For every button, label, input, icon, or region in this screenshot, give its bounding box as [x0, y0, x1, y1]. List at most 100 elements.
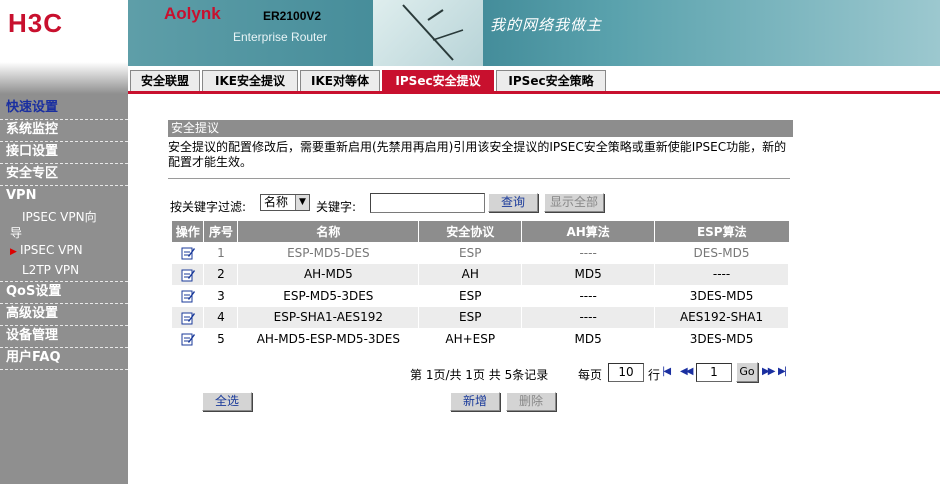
page-summary: 第 1页/共 1页 共 5条记录 [410, 368, 549, 382]
cell-esp: 3DES-MD5 [654, 328, 789, 350]
table-row: 5 AH-MD5-ESP-MD5-3DES AH+ESP MD5 3DES-MD… [172, 328, 789, 350]
section-title: 安全提议 [168, 120, 793, 137]
select-all-button[interactable]: 全选 [202, 392, 252, 411]
filter-label: 按关键字过滤: [170, 200, 247, 214]
edit-icon[interactable] [181, 246, 195, 260]
tab-underline [128, 91, 940, 94]
edit-icon[interactable] [181, 332, 195, 346]
table-row: 1 ESP-MD5-DES ESP ---- DES-MD5 [172, 242, 789, 264]
chevron-down-icon: ▼ [295, 195, 309, 210]
tab-bar: 安全联盟 IKE安全提议 IKE对等体 IPSec安全提议 IPSec安全策略 [128, 66, 940, 94]
sidebar-item-quick-setup[interactable]: 快速设置 [0, 98, 128, 120]
edit-cell [172, 242, 205, 264]
cell-esp: AES192-SHA1 [654, 306, 789, 328]
edit-cell [172, 306, 205, 328]
sidebar-item-interface[interactable]: 接口设置 [0, 142, 128, 164]
sidebar-item-security[interactable]: 安全专区 [0, 164, 128, 186]
satellite-graphic [402, 4, 464, 61]
cell-protocol: AH [418, 263, 523, 285]
col-header-action: 操作 [172, 221, 205, 242]
pagination: 第 1页/共 1页 共 5条记录 每页 10 行 |◀ ◀◀ 1 Go ▶▶ ▶… [410, 362, 800, 384]
section-description: 安全提议的配置修改后，需要重新启用(先禁用再启用)引用该安全提议的IPSEC安全… [168, 140, 787, 169]
cell-index: 2 [203, 263, 239, 285]
cell-protocol: AH+ESP [418, 328, 523, 350]
cell-esp: ---- [654, 263, 789, 285]
sidebar-item-qos[interactable]: QoS设置 [0, 282, 128, 304]
cell-protocol: ESP [418, 306, 523, 328]
edit-cell [172, 263, 205, 285]
cell-name: AH-MD5 [237, 263, 420, 285]
next-page-icon[interactable]: ▶▶ [762, 366, 775, 377]
sidebar-subitem-ipsec-vpn[interactable]: ▶ IPSEC VPN [0, 241, 128, 261]
edit-icon[interactable] [181, 289, 195, 303]
logo-fade [0, 62, 128, 94]
tab-ike-peer[interactable]: IKE对等体 [300, 70, 380, 92]
product-subtitle: Enterprise Router [233, 30, 328, 44]
sidebar-subitem-ipsec-vpn-label: IPSEC VPN [20, 243, 83, 257]
col-header-esp: ESP算法 [654, 221, 789, 242]
table-row: 3 ESP-MD5-3DES ESP ---- 3DES-MD5 [172, 285, 789, 307]
cell-index: 1 [203, 242, 239, 264]
edit-icon[interactable] [181, 268, 195, 282]
current-arrow-icon: ▶ [10, 247, 17, 257]
sidebar-subitem-ipsec-wizard[interactable]: IPSEC VPN向导 [0, 209, 106, 241]
cell-ah: MD5 [521, 263, 656, 285]
sidebar-item-device[interactable]: 设备管理 [0, 326, 128, 348]
delete-button[interactable]: 删除 [506, 392, 556, 411]
brand-name: Aolynk [164, 4, 221, 23]
col-header-ah: AH算法 [521, 221, 656, 242]
cell-protocol: ESP [418, 242, 523, 264]
sidebar-item-monitor[interactable]: 系统监控 [0, 120, 128, 142]
col-header-index: 序号 [203, 221, 239, 242]
banner-decoration [373, 0, 483, 66]
h3c-logo: H3C [8, 8, 64, 38]
search-button[interactable]: 查询 [488, 193, 538, 212]
tab-sa[interactable]: 安全联盟 [130, 70, 200, 92]
per-page-input[interactable]: 10 [608, 363, 644, 382]
sidebar-item-faq[interactable]: 用户FAQ [0, 348, 128, 370]
table-header-row: 操作 序号 名称 安全协议 AH算法 ESP算法 [172, 221, 789, 242]
edit-cell [172, 285, 205, 307]
tab-ipsec-proposal[interactable]: IPSec安全提议 [382, 70, 494, 92]
proposal-table: 操作 序号 名称 安全协议 AH算法 ESP算法 1 ESP-MD5-DES E… [172, 221, 789, 350]
filter-select-value: 名称 [264, 195, 289, 209]
model-name: ER2100V2 [263, 9, 322, 23]
filter-field-select[interactable]: 名称 ▼ [260, 194, 310, 211]
slogan: 我的网络我做主 [490, 16, 603, 34]
cell-ah: ---- [521, 306, 656, 328]
col-header-name: 名称 [237, 221, 420, 242]
last-page-icon[interactable]: ▶| [778, 366, 787, 377]
sidebar-subitem-l2tp-vpn[interactable]: L2TP VPN [0, 261, 128, 279]
cell-name: AH-MD5-ESP-MD5-3DES [237, 328, 420, 350]
edit-cell [172, 328, 205, 350]
per-page-label: 每页 [578, 368, 603, 382]
col-header-protocol: 安全协议 [418, 221, 523, 242]
left-panel: H3C 快速设置 系统监控 接口设置 安全专区 VPN IPSEC VPN向导 … [0, 0, 128, 484]
cell-name: ESP-MD5-3DES [237, 285, 420, 307]
add-button[interactable]: 新增 [450, 392, 500, 411]
sidebar-item-vpn[interactable]: VPN [0, 186, 128, 208]
table-row: 4 ESP-SHA1-AES192 ESP ---- AES192-SHA1 [172, 306, 789, 328]
tab-ipsec-policy[interactable]: IPSec安全策略 [496, 70, 606, 92]
edit-icon[interactable] [181, 311, 195, 325]
keyword-input[interactable] [370, 193, 485, 213]
section-divider [168, 178, 790, 179]
sidebar-menu: 快速设置 系统监控 接口设置 安全专区 VPN IPSEC VPN向导 ▶ IPS… [0, 98, 128, 370]
page-number-input[interactable]: 1 [696, 363, 732, 382]
cell-name: ESP-SHA1-AES192 [237, 306, 420, 328]
keyword-label: 关键字: [316, 200, 357, 214]
table-row: 2 AH-MD5 AH MD5 ---- [172, 263, 789, 285]
header-banner: Aolynk ER2100V2 Enterprise Router 我的网络我做… [128, 0, 940, 66]
cell-index: 4 [203, 306, 239, 328]
cell-name: ESP-MD5-DES [237, 242, 420, 264]
rows-label: 行 [648, 368, 661, 382]
logo-area: H3C [0, 0, 128, 62]
first-page-icon[interactable]: |◀ [662, 366, 671, 377]
tab-ike-proposal[interactable]: IKE安全提议 [202, 70, 298, 92]
go-button[interactable]: Go [736, 362, 758, 382]
sidebar-item-advanced[interactable]: 高级设置 [0, 304, 128, 326]
cell-index: 5 [203, 328, 239, 350]
prev-page-icon[interactable]: ◀◀ [680, 366, 693, 377]
show-all-button[interactable]: 显示全部 [544, 193, 604, 212]
cell-ah: MD5 [521, 328, 656, 350]
